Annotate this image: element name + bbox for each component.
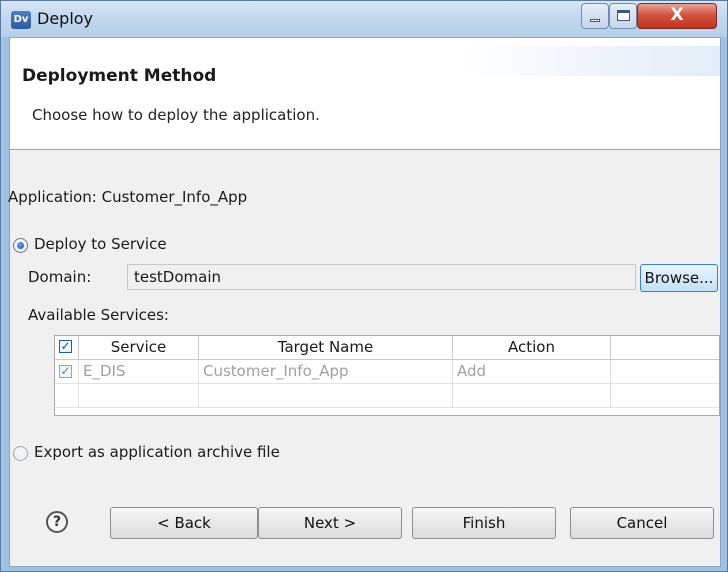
deploy-window: Dv Deploy X Deployment Method Choose how… xyxy=(0,0,728,572)
help-icon[interactable]: ? xyxy=(46,511,68,533)
minimize-button[interactable] xyxy=(581,3,609,29)
column-header-service[interactable]: Service xyxy=(79,336,199,360)
available-services-label: Available Services: xyxy=(28,306,169,324)
table-cell-filler xyxy=(611,360,719,384)
select-all-checkbox[interactable]: ✓ xyxy=(59,340,72,353)
table-empty-cell xyxy=(79,384,199,408)
wizard-banner: Deployment Method Choose how to deploy t… xyxy=(10,38,720,150)
table-cell-target-name[interactable]: Customer_Info_App xyxy=(199,360,453,384)
export-archive-label[interactable]: Export as application archive file xyxy=(34,443,280,461)
domain-field: testDomain xyxy=(127,264,636,290)
deploy-to-service-label[interactable]: Deploy to Service xyxy=(34,235,167,253)
table-empty-cell xyxy=(453,384,611,408)
domain-label: Domain: xyxy=(28,268,92,286)
minimize-icon xyxy=(590,19,600,22)
close-icon: X xyxy=(670,5,684,25)
close-button[interactable]: X xyxy=(637,3,717,29)
table-cell-service: E_DIS xyxy=(79,360,199,384)
select-all-header[interactable]: ✓ xyxy=(55,336,79,360)
back-button[interactable]: < Back xyxy=(110,507,258,539)
maximize-icon xyxy=(617,10,630,21)
table-empty-cell xyxy=(55,384,79,408)
table-empty-cell xyxy=(199,384,453,408)
cancel-button[interactable]: Cancel xyxy=(570,507,714,539)
page-title: Deployment Method xyxy=(22,66,217,86)
table-cell-action[interactable]: Add xyxy=(453,360,611,384)
application-label: Application: Customer_Info_App xyxy=(8,188,248,206)
column-header-filler xyxy=(611,336,719,360)
app-icon: Dv xyxy=(11,11,31,29)
dialog-client-area: Deployment Method Choose how to deploy t… xyxy=(8,37,721,567)
finish-button[interactable]: Finish xyxy=(412,507,556,539)
table-empty-cell xyxy=(611,384,719,408)
table-row-checkbox-cell[interactable]: ✓ xyxy=(55,360,79,384)
page-description: Choose how to deploy the application. xyxy=(32,106,320,124)
row-checkbox[interactable]: ✓ xyxy=(59,365,72,378)
window-title: Deploy xyxy=(37,9,94,28)
column-header-target-name[interactable]: Target Name xyxy=(199,336,453,360)
column-header-action[interactable]: Action xyxy=(453,336,611,360)
services-table: ✓ Service Target Name Action ✓ E_DIS Cus… xyxy=(54,335,720,416)
maximize-button[interactable] xyxy=(609,3,637,29)
export-archive-radio[interactable] xyxy=(13,446,28,461)
deploy-to-service-radio[interactable] xyxy=(13,238,28,253)
next-button[interactable]: Next > xyxy=(258,507,402,539)
title-bar[interactable]: Dv Deploy X xyxy=(1,1,727,37)
browse-button[interactable]: Browse... xyxy=(640,264,718,292)
banner-gradient xyxy=(460,46,720,76)
